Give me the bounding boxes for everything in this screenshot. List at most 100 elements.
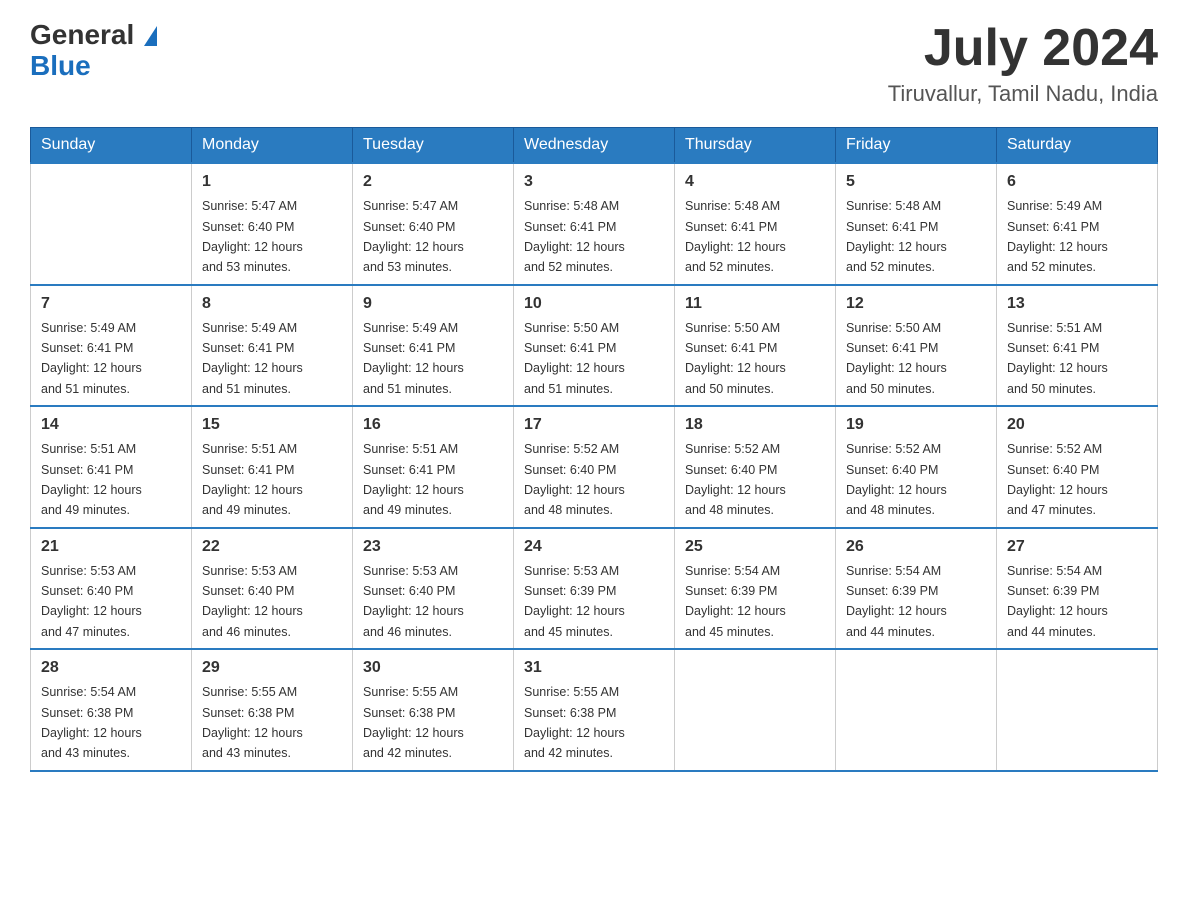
day-number: 29 [202, 656, 342, 680]
calendar-day-cell: 2 Sunrise: 5:47 AMSunset: 6:40 PMDaylight… [353, 163, 514, 285]
day-number: 20 [1007, 413, 1147, 437]
day-number: 4 [685, 170, 825, 194]
day-number: 6 [1007, 170, 1147, 194]
day-sun-info: Sunrise: 5:50 AMSunset: 6:41 PMDaylight:… [524, 321, 625, 396]
calendar-day-cell: 23 Sunrise: 5:53 AMSunset: 6:40 PMDayligh… [353, 528, 514, 650]
calendar-day-cell: 30Sunrise: 5:55 AMSunset: 6:38 PMDayligh… [353, 649, 514, 771]
day-sun-info: Sunrise: 5:47 AMSunset: 6:40 PMDaylight:… [202, 199, 303, 274]
calendar-day-cell: 7Sunrise: 5:49 AMSunset: 6:41 PMDaylight… [31, 285, 192, 407]
day-number: 16 [363, 413, 503, 437]
day-number: 27 [1007, 535, 1147, 559]
calendar-header: SundayMondayTuesdayWednesdayThursdayFrid… [31, 128, 1158, 164]
day-of-week-header: Wednesday [514, 128, 675, 164]
day-number: 2 [363, 170, 503, 194]
day-of-week-header: Tuesday [353, 128, 514, 164]
calendar-day-cell: 3 Sunrise: 5:48 AMSunset: 6:41 PMDaylight… [514, 163, 675, 285]
day-sun-info: Sunrise: 5:52 AMSunset: 6:40 PMDaylight:… [846, 442, 947, 517]
logo-general-text: General [30, 19, 134, 50]
day-sun-info: Sunrise: 5:54 AMSunset: 6:39 PMDaylight:… [685, 564, 786, 639]
day-sun-info: Sunrise: 5:54 AMSunset: 6:38 PMDaylight:… [41, 685, 142, 760]
day-number: 21 [41, 535, 181, 559]
page-header: General Blue July 2024 Tiruvallur, Tamil… [30, 20, 1158, 107]
day-sun-info: Sunrise: 5:52 AMSunset: 6:40 PMDaylight:… [1007, 442, 1108, 517]
day-number: 3 [524, 170, 664, 194]
day-number: 5 [846, 170, 986, 194]
calendar-day-cell: 24Sunrise: 5:53 AMSunset: 6:39 PMDayligh… [514, 528, 675, 650]
calendar-week-row: 14 Sunrise: 5:51 AMSunset: 6:41 PMDayligh… [31, 406, 1158, 528]
calendar-day-cell: 4 Sunrise: 5:48 AMSunset: 6:41 PMDaylight… [675, 163, 836, 285]
title-block: July 2024 Tiruvallur, Tamil Nadu, India [888, 20, 1158, 107]
calendar-day-cell: 28 Sunrise: 5:54 AMSunset: 6:38 PMDayligh… [31, 649, 192, 771]
calendar-day-cell: 11Sunrise: 5:50 AMSunset: 6:41 PMDayligh… [675, 285, 836, 407]
day-number: 15 [202, 413, 342, 437]
calendar-day-cell: 17Sunrise: 5:52 AMSunset: 6:40 PMDayligh… [514, 406, 675, 528]
day-number: 10 [524, 292, 664, 316]
calendar-week-row: 21 Sunrise: 5:53 AMSunset: 6:40 PMDayligh… [31, 528, 1158, 650]
day-of-week-header: Monday [192, 128, 353, 164]
calendar-day-cell [31, 163, 192, 285]
calendar-day-cell: 25 Sunrise: 5:54 AMSunset: 6:39 PMDayligh… [675, 528, 836, 650]
day-number: 18 [685, 413, 825, 437]
day-number: 8 [202, 292, 342, 316]
calendar-week-row: 7Sunrise: 5:49 AMSunset: 6:41 PMDaylight… [31, 285, 1158, 407]
calendar-day-cell: 16 Sunrise: 5:51 AMSunset: 6:41 PMDayligh… [353, 406, 514, 528]
day-sun-info: Sunrise: 5:51 AMSunset: 6:41 PMDaylight:… [41, 442, 142, 517]
calendar-day-cell: 6 Sunrise: 5:49 AMSunset: 6:41 PMDaylight… [997, 163, 1158, 285]
calendar-table: SundayMondayTuesdayWednesdayThursdayFrid… [30, 127, 1158, 772]
day-number: 25 [685, 535, 825, 559]
day-number: 23 [363, 535, 503, 559]
day-number: 14 [41, 413, 181, 437]
calendar-day-cell [836, 649, 997, 771]
day-sun-info: Sunrise: 5:48 AMSunset: 6:41 PMDaylight:… [846, 199, 947, 274]
day-sun-info: Sunrise: 5:53 AMSunset: 6:39 PMDaylight:… [524, 564, 625, 639]
day-sun-info: Sunrise: 5:49 AMSunset: 6:41 PMDaylight:… [1007, 199, 1108, 274]
day-of-week-header: Saturday [997, 128, 1158, 164]
day-number: 19 [846, 413, 986, 437]
calendar-day-cell: 9Sunrise: 5:49 AMSunset: 6:41 PMDaylight… [353, 285, 514, 407]
day-number: 12 [846, 292, 986, 316]
calendar-day-cell: 15Sunrise: 5:51 AMSunset: 6:41 PMDayligh… [192, 406, 353, 528]
logo-triangle-icon [144, 26, 157, 46]
day-number: 28 [41, 656, 181, 680]
calendar-day-cell [997, 649, 1158, 771]
calendar-day-cell: 18 Sunrise: 5:52 AMSunset: 6:40 PMDayligh… [675, 406, 836, 528]
day-of-week-header: Sunday [31, 128, 192, 164]
calendar-day-cell: 14 Sunrise: 5:51 AMSunset: 6:41 PMDayligh… [31, 406, 192, 528]
logo: General Blue [30, 20, 157, 82]
logo-blue-text: Blue [30, 50, 91, 81]
month-year-title: July 2024 [888, 20, 1158, 77]
day-sun-info: Sunrise: 5:47 AMSunset: 6:40 PMDaylight:… [363, 199, 464, 274]
day-sun-info: Sunrise: 5:53 AMSunset: 6:40 PMDaylight:… [41, 564, 142, 639]
day-sun-info: Sunrise: 5:53 AMSunset: 6:40 PMDaylight:… [363, 564, 464, 639]
calendar-week-row: 1Sunrise: 5:47 AMSunset: 6:40 PMDaylight… [31, 163, 1158, 285]
day-number: 11 [685, 292, 825, 316]
day-sun-info: Sunrise: 5:54 AMSunset: 6:39 PMDaylight:… [1007, 564, 1108, 639]
day-of-week-header: Thursday [675, 128, 836, 164]
day-sun-info: Sunrise: 5:48 AMSunset: 6:41 PMDaylight:… [524, 199, 625, 274]
day-sun-info: Sunrise: 5:55 AMSunset: 6:38 PMDaylight:… [363, 685, 464, 760]
calendar-day-cell: 13 Sunrise: 5:51 AMSunset: 6:41 PMDayligh… [997, 285, 1158, 407]
day-sun-info: Sunrise: 5:54 AMSunset: 6:39 PMDaylight:… [846, 564, 947, 639]
calendar-day-cell: 29 Sunrise: 5:55 AMSunset: 6:38 PMDayligh… [192, 649, 353, 771]
calendar-day-cell: 27 Sunrise: 5:54 AMSunset: 6:39 PMDayligh… [997, 528, 1158, 650]
calendar-day-cell: 21 Sunrise: 5:53 AMSunset: 6:40 PMDayligh… [31, 528, 192, 650]
calendar-day-cell: 22 Sunrise: 5:53 AMSunset: 6:40 PMDayligh… [192, 528, 353, 650]
day-sun-info: Sunrise: 5:55 AMSunset: 6:38 PMDaylight:… [524, 685, 625, 760]
day-sun-info: Sunrise: 5:51 AMSunset: 6:41 PMDaylight:… [1007, 321, 1108, 396]
calendar-day-cell: 1Sunrise: 5:47 AMSunset: 6:40 PMDaylight… [192, 163, 353, 285]
day-sun-info: Sunrise: 5:49 AMSunset: 6:41 PMDaylight:… [41, 321, 142, 396]
day-sun-info: Sunrise: 5:48 AMSunset: 6:41 PMDaylight:… [685, 199, 786, 274]
calendar-day-cell [675, 649, 836, 771]
day-sun-info: Sunrise: 5:52 AMSunset: 6:40 PMDaylight:… [685, 442, 786, 517]
calendar-body: 1Sunrise: 5:47 AMSunset: 6:40 PMDaylight… [31, 163, 1158, 771]
day-number: 13 [1007, 292, 1147, 316]
calendar-day-cell: 5 Sunrise: 5:48 AMSunset: 6:41 PMDaylight… [836, 163, 997, 285]
day-sun-info: Sunrise: 5:50 AMSunset: 6:41 PMDaylight:… [846, 321, 947, 396]
calendar-day-cell: 8Sunrise: 5:49 AMSunset: 6:41 PMDaylight… [192, 285, 353, 407]
day-number: 22 [202, 535, 342, 559]
day-sun-info: Sunrise: 5:51 AMSunset: 6:41 PMDaylight:… [363, 442, 464, 517]
location-subtitle: Tiruvallur, Tamil Nadu, India [888, 81, 1158, 107]
day-sun-info: Sunrise: 5:55 AMSunset: 6:38 PMDaylight:… [202, 685, 303, 760]
day-sun-info: Sunrise: 5:53 AMSunset: 6:40 PMDaylight:… [202, 564, 303, 639]
day-sun-info: Sunrise: 5:52 AMSunset: 6:40 PMDaylight:… [524, 442, 625, 517]
